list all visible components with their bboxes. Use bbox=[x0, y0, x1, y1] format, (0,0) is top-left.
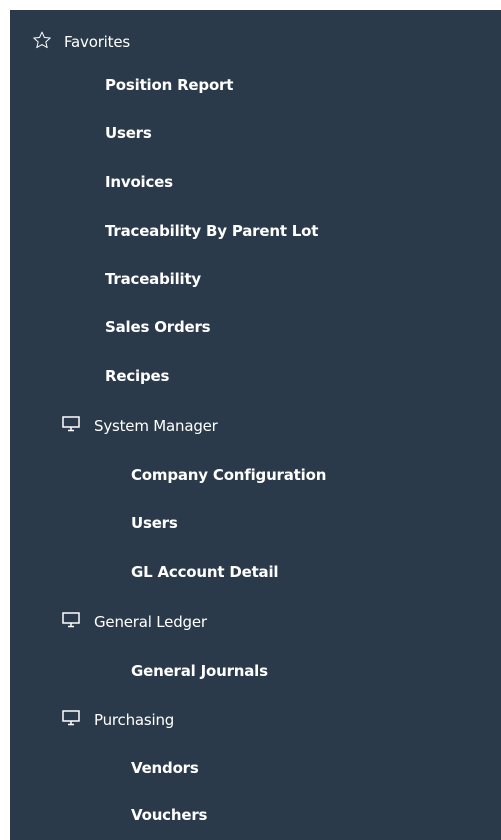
group-label: Purchasing bbox=[94, 711, 175, 729]
group-label: General Ledger bbox=[94, 613, 207, 631]
menu-item-label: Vendors bbox=[131, 759, 199, 777]
menu-item-label: Traceability By Parent Lot bbox=[105, 222, 319, 240]
menu-item-label: Company Configuration bbox=[131, 466, 327, 484]
group-general-ledger[interactable]: General Ledger bbox=[60, 607, 207, 637]
group-item-vendors[interactable]: Vendors bbox=[131, 753, 199, 783]
menu-item-label: Recipes bbox=[105, 367, 170, 385]
group-purchasing[interactable]: Purchasing bbox=[60, 705, 174, 735]
favorite-item-invoices[interactable]: Invoices bbox=[105, 167, 173, 197]
group-item-general-journals[interactable]: General Journals bbox=[131, 656, 268, 686]
menu-item-label: GL Account Detail bbox=[131, 563, 279, 581]
favorite-item-sales-orders[interactable]: Sales Orders bbox=[105, 312, 211, 342]
favorite-item-traceability-by-parent-lot[interactable]: Traceability By Parent Lot bbox=[105, 216, 318, 246]
menu-item-label: Users bbox=[131, 514, 178, 532]
favorite-item-traceability[interactable]: Traceability bbox=[105, 264, 201, 294]
monitor-icon bbox=[60, 415, 82, 437]
favorites-header[interactable]: Favorites bbox=[32, 27, 130, 57]
group-item-users[interactable]: Users bbox=[131, 508, 178, 538]
favorite-item-recipes[interactable]: Recipes bbox=[105, 361, 169, 391]
favorite-item-users[interactable]: Users bbox=[105, 118, 152, 148]
star-outline-icon bbox=[32, 30, 52, 54]
favorites-label: Favorites bbox=[64, 33, 130, 51]
favorites-panel: Favorites Position Report Users Invoices… bbox=[10, 10, 501, 840]
menu-item-label: General Journals bbox=[131, 662, 268, 680]
group-item-company-configuration[interactable]: Company Configuration bbox=[131, 460, 326, 490]
monitor-icon bbox=[60, 611, 82, 633]
group-item-gl-account-detail[interactable]: GL Account Detail bbox=[131, 557, 279, 587]
menu-item-label: Position Report bbox=[105, 76, 234, 94]
menu-item-label: Invoices bbox=[105, 173, 173, 191]
menu-item-label: Sales Orders bbox=[105, 318, 211, 336]
monitor-icon bbox=[60, 709, 82, 731]
menu-item-label: Vouchers bbox=[131, 806, 208, 824]
favorite-item-position-report[interactable]: Position Report bbox=[105, 70, 233, 100]
group-label: System Manager bbox=[94, 417, 218, 435]
group-item-vouchers[interactable]: Vouchers bbox=[131, 800, 207, 830]
menu-item-label: Users bbox=[105, 124, 152, 142]
group-system-manager[interactable]: System Manager bbox=[60, 411, 218, 441]
menu-item-label: Traceability bbox=[105, 270, 202, 288]
